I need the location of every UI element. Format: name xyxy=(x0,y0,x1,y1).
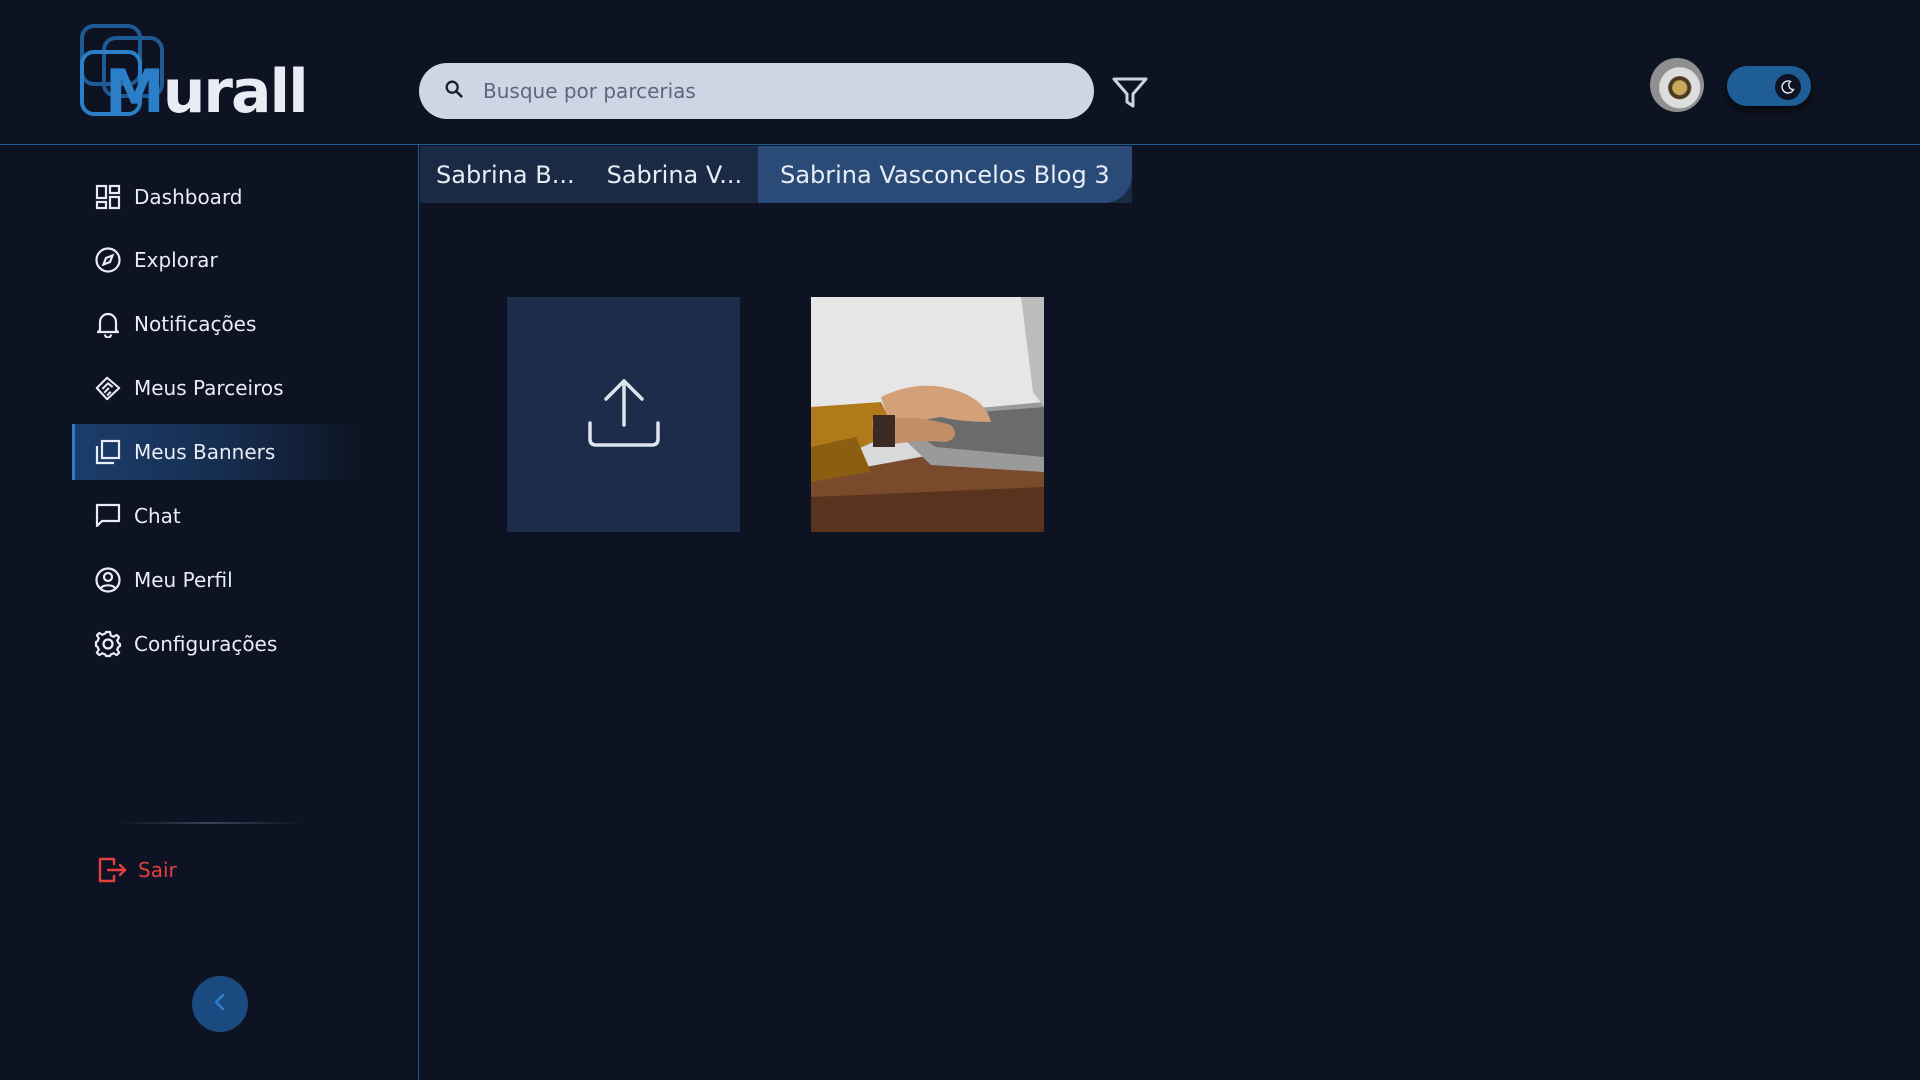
banner-image[interactable] xyxy=(811,297,1044,532)
sidebar: Dashboard Explorar Notificações Meus Par… xyxy=(0,145,419,1080)
handshake-icon xyxy=(94,374,122,402)
search-icon xyxy=(443,78,465,104)
avatar[interactable] xyxy=(1650,58,1704,112)
tab-sabrina-b[interactable]: Sabrina B... xyxy=(420,146,591,203)
sidebar-divider xyxy=(118,822,303,824)
compass-icon xyxy=(94,246,122,274)
sidebar-item-notificacoes[interactable]: Notificações xyxy=(72,296,362,352)
logout-icon xyxy=(96,854,128,886)
bell-icon xyxy=(94,310,122,338)
sidebar-item-label: Meus Parceiros xyxy=(134,376,284,400)
logo-text: Murall xyxy=(105,62,309,122)
sidebar-item-configuracoes[interactable]: Configurações xyxy=(72,616,362,672)
upload-icon xyxy=(584,373,664,457)
gear-icon xyxy=(94,630,122,658)
sidebar-item-chat[interactable]: Chat xyxy=(72,488,362,544)
sidebar-item-meus-parceiros[interactable]: Meus Parceiros xyxy=(72,360,362,416)
sidebar-item-meu-perfil[interactable]: Meu Perfil xyxy=(72,552,362,608)
moon-icon xyxy=(1775,74,1801,100)
collapse-sidebar-button[interactable] xyxy=(192,976,248,1032)
sidebar-item-dashboard[interactable]: Dashboard xyxy=(72,169,362,225)
sidebar-item-label: Chat xyxy=(134,504,181,528)
search-input[interactable] xyxy=(481,78,1065,104)
logo-text-rest: urall xyxy=(162,57,309,127)
logout-label: Sair xyxy=(138,858,177,882)
murall-logo[interactable]: Murall xyxy=(78,22,309,122)
sidebar-item-label: Explorar xyxy=(134,248,218,272)
theme-toggle[interactable] xyxy=(1727,66,1811,106)
sidebar-item-label: Meus Banners xyxy=(134,440,276,464)
chevron-left-icon xyxy=(210,992,230,1016)
banners-icon xyxy=(94,438,122,466)
banner-photo-laptop xyxy=(811,297,1044,532)
sidebar-item-label: Configurações xyxy=(134,632,278,656)
sidebar-item-label: Meu Perfil xyxy=(134,568,233,592)
profile-icon xyxy=(94,566,122,594)
sidebar-item-label: Notificações xyxy=(134,312,257,336)
sidebar-item-explorar[interactable]: Explorar xyxy=(72,232,362,288)
logo-text-m: M xyxy=(105,57,165,127)
filter-icon[interactable] xyxy=(1108,70,1152,114)
tab-sabrina-vasconcelos-blog-3[interactable]: Sabrina Vasconcelos Blog 3 xyxy=(758,146,1132,203)
tab-sabrina-v[interactable]: Sabrina V... xyxy=(591,146,758,203)
blog-tabs: Sabrina B... Sabrina V... Sabrina Vascon… xyxy=(420,146,1132,203)
sidebar-item-label: Dashboard xyxy=(134,185,243,209)
upload-banner-button[interactable] xyxy=(507,297,740,532)
app-header: Murall xyxy=(0,0,1920,145)
dashboard-icon xyxy=(94,183,122,211)
logout-button[interactable]: Sair xyxy=(96,845,177,895)
search-bar xyxy=(419,63,1094,119)
chat-icon xyxy=(94,502,122,530)
sidebar-item-meus-banners[interactable]: Meus Banners xyxy=(72,424,362,480)
